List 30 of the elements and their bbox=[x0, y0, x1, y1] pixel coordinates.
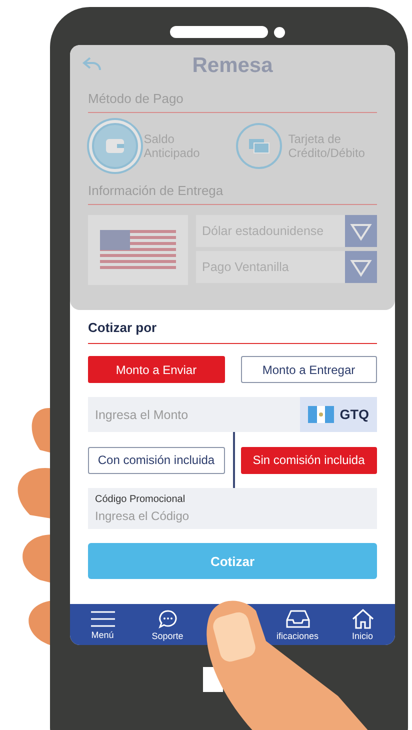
mode-button[interactable]: Monto a Entregar bbox=[240, 356, 377, 383]
flag-icon bbox=[308, 406, 334, 423]
menu-icon bbox=[90, 610, 116, 628]
nav-label[interactable]: Menú bbox=[91, 630, 114, 640]
payment-option[interactable] bbox=[236, 123, 282, 169]
caret-icon bbox=[345, 215, 377, 247]
nav-label[interactable]: ificaciones bbox=[276, 630, 319, 640]
currency-selector[interactable]: GTQ bbox=[300, 397, 377, 432]
payment-option[interactable] bbox=[92, 123, 138, 169]
nav-label[interactable]: Soporte bbox=[152, 630, 184, 640]
chat-icon bbox=[158, 608, 178, 628]
back-icon[interactable] bbox=[82, 56, 102, 72]
caret-icon bbox=[345, 251, 377, 283]
amount-field[interactable]: Ingresa el Monto bbox=[88, 397, 300, 432]
commission-button[interactable]: Con comisión incluida bbox=[88, 446, 224, 474]
flag-icon bbox=[100, 230, 176, 270]
cards-icon bbox=[248, 138, 270, 154]
camera-dot bbox=[274, 26, 285, 38]
nav-label[interactable]: Inicio bbox=[352, 630, 373, 640]
promo-code-field[interactable]: Código Promocional Ingresa el Código bbox=[88, 488, 377, 529]
screen-title: Remesa bbox=[192, 54, 273, 78]
section-heading: Cotizar por bbox=[88, 320, 377, 344]
commission-button[interactable]: Sin comisión incluida bbox=[240, 446, 377, 474]
field-label: Código Promocional bbox=[95, 494, 186, 505]
inbox-icon bbox=[286, 608, 310, 628]
code-input[interactable]: Ingresa el Código bbox=[95, 509, 370, 523]
mode-button[interactable]: Monto a Enviar bbox=[88, 356, 224, 383]
home-icon bbox=[352, 608, 374, 628]
currency-code: GTQ bbox=[340, 407, 369, 422]
wallet-icon bbox=[104, 138, 125, 154]
